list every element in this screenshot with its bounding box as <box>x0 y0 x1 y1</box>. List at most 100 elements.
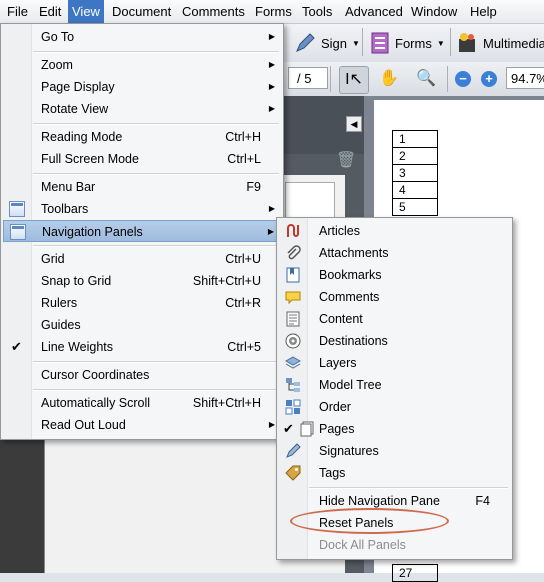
content-icon <box>286 311 300 327</box>
menu-file[interactable]: File <box>3 0 32 23</box>
pages-icon <box>300 421 314 437</box>
pen-icon <box>296 33 315 52</box>
collapse-pane-button[interactable]: ◀ <box>346 116 362 132</box>
hand-tool-icon[interactable]: ✋ <box>375 66 403 92</box>
submenu-item-layers[interactable]: Layers <box>279 352 510 374</box>
menu-item-line-weights[interactable]: ✔ Line Weights Ctrl+5 <box>3 336 281 358</box>
table-cell: 1 <box>392 130 438 148</box>
menu-item-cursor-coordinates[interactable]: Cursor Coordinates <box>3 364 281 386</box>
checkmark-icon: ✔ <box>11 339 22 354</box>
submenu-item-bookmarks[interactable]: Bookmarks <box>279 264 510 286</box>
menu-item-label: Snap to Grid <box>41 274 112 288</box>
menu-help[interactable]: Help <box>466 0 501 23</box>
select-tool-icon[interactable]: I↖ <box>339 66 369 94</box>
table-cell: 3 <box>392 164 438 182</box>
submenu-item-comments[interactable]: Comments <box>279 286 510 308</box>
menu-item-shortcut: F4 <box>475 494 490 508</box>
menu-item-label: Guides <box>41 318 81 332</box>
submenu-item-label: Tags <box>319 466 346 480</box>
zoom-out-icon[interactable]: − <box>455 71 471 87</box>
document-table: 1 2 3 4 5 <box>392 130 438 216</box>
bookmark-icon <box>286 267 300 283</box>
submenu-item-order[interactable]: Order <box>279 396 510 418</box>
menu-item-rulers[interactable]: Rulers Ctrl+R <box>3 292 281 314</box>
menu-view[interactable]: View <box>68 0 104 23</box>
menu-item-toolbars[interactable]: Toolbars ▶ <box>3 198 281 220</box>
menu-item-label: Page Display <box>41 80 115 94</box>
menu-item-full-screen-mode[interactable]: Full Screen Mode Ctrl+L <box>3 148 281 170</box>
menu-item-menu-bar[interactable]: Menu Bar F9 <box>3 176 281 198</box>
menu-window[interactable]: Window <box>407 0 461 23</box>
menu-item-shortcut: Ctrl+5 <box>227 340 261 354</box>
menu-item-shortcut: F9 <box>246 180 261 194</box>
submenu-item-signatures[interactable]: Signatures <box>279 440 510 462</box>
zoom-input[interactable]: 94.7% <box>506 67 544 89</box>
submenu-item-destinations[interactable]: Destinations <box>279 330 510 352</box>
multimedia-button[interactable]: Multimedia <box>456 31 544 55</box>
menu-item-label: Menu Bar <box>41 180 96 194</box>
menu-item-label: Line Weights <box>41 340 114 354</box>
submenu-item-label: Signatures <box>319 444 379 458</box>
menu-bar: File Edit View Document Comments Forms T… <box>0 0 544 24</box>
sign-label: Sign <box>321 35 348 51</box>
submenu-item-content[interactable]: Content <box>279 308 510 330</box>
page-total: / 5 <box>297 71 312 86</box>
toolbar-divider <box>330 66 331 92</box>
toolbar-divider <box>450 28 451 56</box>
submenu-item-label: Bookmarks <box>319 268 382 282</box>
zoom-in-icon[interactable]: + <box>481 71 497 87</box>
submenu-item-dock-all-panels: Dock All Panels <box>279 534 510 556</box>
menu-item-label: Automatically Scroll <box>41 396 151 410</box>
trash-icon[interactable]: 🗑 <box>336 150 356 169</box>
menu-item-grid[interactable]: Grid Ctrl+U <box>3 248 281 270</box>
menu-item-zoom[interactable]: Zoom ▶ <box>3 54 281 76</box>
toolbar-divider <box>447 66 448 92</box>
menu-item-snap-to-grid[interactable]: Snap to Grid Shift+Ctrl+U <box>3 270 281 292</box>
submenu-item-label: Pages <box>319 422 355 436</box>
menu-item-read-out-loud[interactable]: Read Out Loud ▶ <box>3 414 281 436</box>
menu-item-shortcut: Ctrl+L <box>227 152 261 166</box>
menu-item-go-to[interactable]: Go To ▶ <box>3 26 281 48</box>
menu-forms[interactable]: Forms <box>251 0 296 23</box>
menu-item-automatically-scroll[interactable]: Automatically Scroll Shift+Ctrl+H <box>3 392 281 414</box>
menu-tools[interactable]: Tools <box>298 0 336 23</box>
menu-edit[interactable]: Edit <box>35 0 65 23</box>
forms-label: Forms <box>395 35 432 51</box>
menu-item-shortcut: Ctrl+U <box>225 252 261 266</box>
menu-separator <box>309 487 508 489</box>
submenu-arrow-icon: ▶ <box>268 60 275 69</box>
menu-item-rotate-view[interactable]: Rotate View ▶ <box>3 98 281 120</box>
table-cell: 4 <box>392 181 438 199</box>
menu-advanced[interactable]: Advanced <box>341 0 407 23</box>
menu-item-shortcut: Ctrl+R <box>225 296 261 310</box>
forms-button[interactable]: Forms ▼ <box>370 31 445 55</box>
submenu-item-label: Layers <box>319 356 357 370</box>
menu-item-page-display[interactable]: Page Display ▶ <box>3 76 281 98</box>
menu-separator <box>33 51 279 53</box>
menu-comments[interactable]: Comments <box>178 0 249 23</box>
menu-item-label: Cursor Coordinates <box>41 368 150 382</box>
menu-document[interactable]: Document <box>108 0 175 23</box>
menu-item-navigation-panels[interactable]: Navigation Panels ▶ <box>3 220 281 242</box>
submenu-item-pages[interactable]: ✔ Pages <box>279 418 510 440</box>
document-table-bottom: 27 <box>392 564 438 582</box>
speech-bubble-icon <box>285 291 301 305</box>
menu-item-guides[interactable]: Guides <box>3 314 281 336</box>
menu-item-shortcut: Ctrl+H <box>225 130 261 144</box>
articles-icon <box>287 224 299 237</box>
submenu-item-model-tree[interactable]: Model Tree <box>279 374 510 396</box>
submenu-item-tags[interactable]: Tags <box>279 462 510 484</box>
highlight-oval <box>290 508 449 534</box>
sign-button[interactable]: Sign ▼ <box>294 31 360 55</box>
target-icon <box>285 333 301 349</box>
menu-separator <box>33 123 279 125</box>
marquee-zoom-icon[interactable]: 🔍 <box>412 66 440 92</box>
view-menu: Go To ▶ Zoom ▶ Page Display ▶ Rotate Vie… <box>0 23 284 440</box>
menu-item-reading-mode[interactable]: Reading Mode Ctrl+H <box>3 126 281 148</box>
checkmark-icon: ✔ <box>283 421 294 436</box>
submenu-item-articles[interactable]: Articles <box>279 220 510 242</box>
submenu-item-label: Order <box>319 400 351 414</box>
submenu-item-label: Destinations <box>319 334 388 348</box>
submenu-item-attachments[interactable]: Attachments <box>279 242 510 264</box>
menu-item-label: Read Out Loud <box>41 418 126 432</box>
